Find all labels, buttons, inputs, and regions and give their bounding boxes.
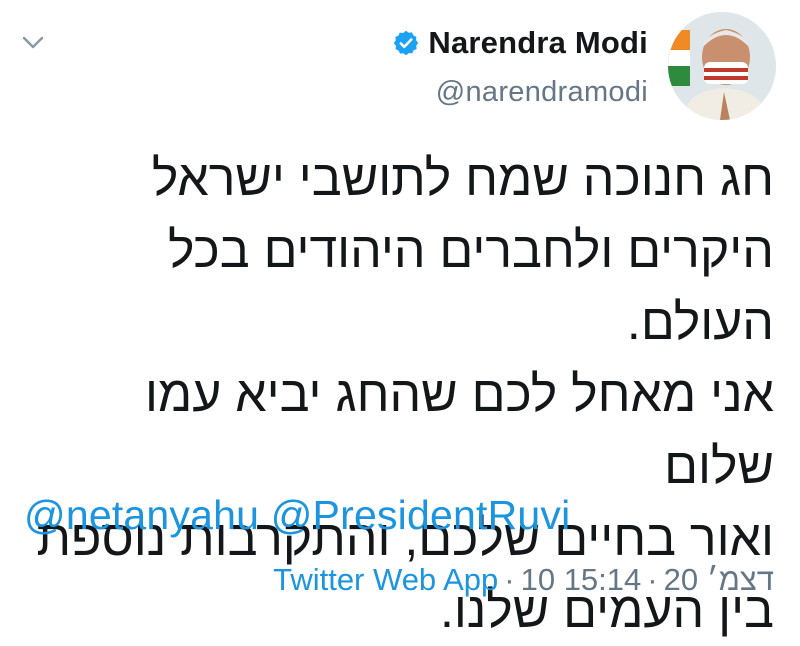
author-name[interactable]: Narendra Modi xyxy=(428,25,648,61)
mention-link-presidentruvi[interactable]: @PresidentRuvi xyxy=(271,492,571,538)
separator: · xyxy=(647,562,658,597)
chevron-down-icon xyxy=(22,36,44,49)
verified-badge-icon xyxy=(394,30,419,56)
tweet-card: Narendra Modi @narendramodi חג חנוכה שמח… xyxy=(0,0,800,638)
tweet-time[interactable]: 15:14 xyxy=(564,562,642,597)
mention-link-netanyahu[interactable]: @netanyahu xyxy=(24,492,259,538)
separator: · xyxy=(504,562,515,597)
more-options-button[interactable] xyxy=(18,28,48,58)
tweet-text-line: אני מאחל לכם שהחג יביא עמו שלום xyxy=(144,366,774,494)
author-info[interactable]: Narendra Modi @narendramodi xyxy=(392,20,648,109)
tweet-source-link[interactable]: Twitter Web App xyxy=(273,562,498,597)
tweet-mentions: @netanyahu @PresidentRuvi xyxy=(24,492,570,539)
tweet-meta: Twitter Web App · 10 דצמ׳ 20·15:14 xyxy=(273,562,774,598)
author-name-row: Narendra Modi xyxy=(392,20,648,66)
tweet-text-line: היקרים ולחברים היהודים בכל העולם. xyxy=(168,222,774,350)
avatar[interactable] xyxy=(668,12,776,120)
tweet-text-line: חג חנוכה שמח לתושבי ישראל xyxy=(151,150,774,206)
avatar-image xyxy=(668,12,776,120)
author-handle[interactable]: @narendramodi xyxy=(392,76,648,109)
